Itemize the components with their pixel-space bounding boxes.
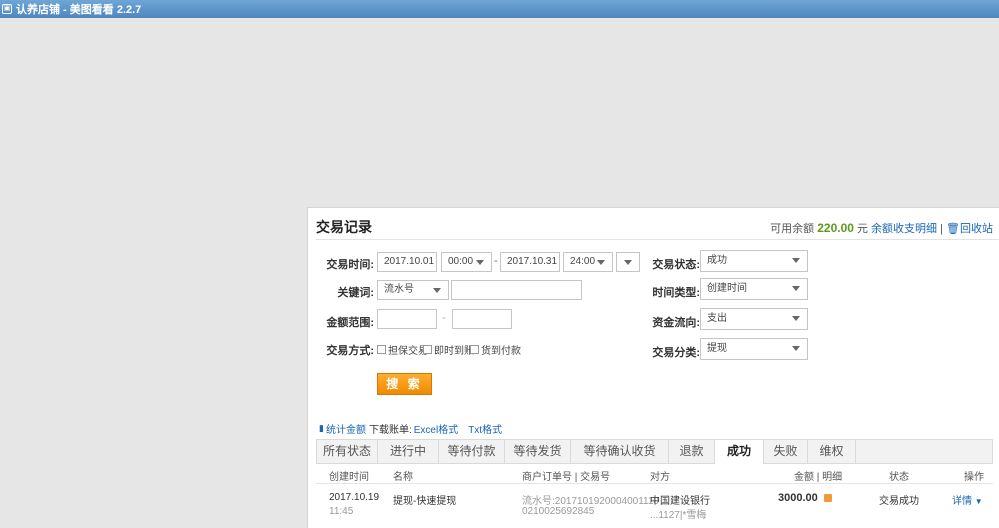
row-party-line1: 中国建设银行 xyxy=(650,496,710,507)
row-name: 提现-快速提现 xyxy=(393,496,457,507)
amount-range-label: 金额范围: xyxy=(326,317,374,329)
keyword-type-select[interactable]: 流水号 xyxy=(377,280,449,300)
fund-flow-label: 资金流向: xyxy=(652,317,700,329)
row-action-label: 详情 xyxy=(952,496,972,507)
method-escrow-label: 担保交易 xyxy=(388,346,428,357)
start-date-input[interactable]: 2017.10.01 xyxy=(377,252,437,272)
download-label: 下载账单: xyxy=(368,425,412,436)
col-amount-detail: 金额 | 明细 xyxy=(794,472,843,483)
amount-min-input[interactable] xyxy=(377,309,437,329)
tab-rights[interactable]: 维权 xyxy=(808,440,856,463)
balance-amount: 220.00 xyxy=(817,221,854,235)
method-instant-checkbox[interactable]: 即时到账 xyxy=(423,342,474,357)
title-divider xyxy=(316,239,999,240)
tab-in-progress[interactable]: 进行中 xyxy=(378,440,439,463)
table-row: 2017.10.19 11:45 提现-快速提现 流水号:20171019200… xyxy=(316,486,993,526)
balance-unit: 元 xyxy=(856,223,868,235)
trade-category-select[interactable]: 提现 xyxy=(700,338,808,360)
end-date-input[interactable]: 2017.10.31 xyxy=(500,252,560,272)
trade-status-label: 交易状态: xyxy=(652,259,700,271)
time-range-dash: - xyxy=(494,255,498,267)
row-serial-line1: 流水号:2017101920004001110 xyxy=(522,496,659,507)
keyword-input[interactable] xyxy=(451,280,582,300)
table-header: 创建时间 名称 商户订单号 | 交易号 对方 金额 | 明细 状态 操作 xyxy=(316,464,993,484)
balance-detail-link[interactable]: 余额收支明细 xyxy=(871,223,937,235)
balance-bar: 可用余额 220.00 元 余额收支明细 | 🗑回收站 xyxy=(770,220,993,236)
time-type-select[interactable]: 创建时间 xyxy=(700,278,808,300)
detail-toggle-icon[interactable] xyxy=(823,494,832,503)
status-tabs: 所有状态 进行中 等待付款 等待发货 等待确认收货 退款 成功 失败 维权 xyxy=(316,439,993,464)
trade-time-label: 交易时间: xyxy=(326,259,374,271)
checkbox-icon xyxy=(470,345,479,354)
search-button[interactable]: 搜 索 xyxy=(377,373,432,395)
tab-all[interactable]: 所有状态 xyxy=(317,440,378,463)
window-title: 认养店铺 - 美图看看 2.2.7 xyxy=(16,4,142,16)
row-time: 11:45 xyxy=(329,506,354,517)
trade-method-label: 交易方式: xyxy=(326,345,374,357)
col-created-time: 创建时间 xyxy=(329,472,369,483)
time-type-label: 时间类型: xyxy=(652,287,700,299)
txt-download-link[interactable]: Txt格式 xyxy=(468,421,502,436)
trade-status-select[interactable]: 成功 xyxy=(700,250,808,272)
window-titlebar: ▣ 认养店铺 - 美图看看 2.2.7 xyxy=(0,0,999,18)
keyword-label: 关键词: xyxy=(337,287,374,299)
balance-label: 可用余额 xyxy=(770,223,815,235)
row-amount-value: 3000.00 xyxy=(778,492,818,504)
method-cod-label: 货到付款 xyxy=(481,346,521,357)
trade-category-label: 交易分类: xyxy=(652,347,700,359)
trash-icon: 🗑 xyxy=(946,223,960,235)
checkbox-icon xyxy=(423,345,432,354)
bar-chart-icon: ▮ xyxy=(319,423,324,433)
amount-max-input[interactable] xyxy=(452,309,512,329)
row-party-line2: ...1127|*雪梅 xyxy=(650,510,707,521)
col-status: 状态 xyxy=(889,472,909,483)
fund-flow-select[interactable]: 支出 xyxy=(700,308,808,330)
method-escrow-checkbox[interactable]: 担保交易 xyxy=(377,342,428,357)
method-instant-label: 即时到账 xyxy=(434,346,474,357)
start-time-select[interactable]: 00:00 xyxy=(441,252,492,272)
row-serial-line2: 0210025692845 xyxy=(522,506,595,517)
tab-failed[interactable]: 失败 xyxy=(764,440,808,463)
row-amount: 3000.00 xyxy=(778,492,832,504)
page-title: 交易记录 xyxy=(316,219,372,235)
tab-pending-shipment[interactable]: 等待发货 xyxy=(505,440,571,463)
tab-pending-receipt[interactable]: 等待确认收货 xyxy=(571,440,669,463)
chevron-down-icon: ▼ xyxy=(974,497,983,506)
time-preset-select[interactable] xyxy=(616,252,640,272)
col-counterparty: 对方 xyxy=(650,472,670,483)
app-icon: ▣ xyxy=(2,4,12,14)
tab-pending-payment[interactable]: 等待付款 xyxy=(439,440,505,463)
end-time-select[interactable]: 24:00 xyxy=(563,252,613,272)
stat-amount-link[interactable]: 统计金额 xyxy=(326,421,366,436)
stats-bar: ▮ 统计金额 下载账单: Excel格式 Txt格式 xyxy=(319,421,502,436)
excel-download-link[interactable]: Excel格式 xyxy=(414,421,458,436)
col-order-trade-no: 商户订单号 | 交易号 xyxy=(522,472,611,483)
method-cod-checkbox[interactable]: 货到付款 xyxy=(470,342,521,357)
row-date: 2017.10.19 xyxy=(329,492,380,503)
trade-record-panel: 交易记录 可用余额 220.00 元 余额收支明细 | 🗑回收站 交易时间: 2… xyxy=(307,207,999,528)
col-action: 操作 xyxy=(964,472,984,483)
col-name: 名称 xyxy=(393,472,413,483)
checkbox-icon xyxy=(377,345,386,354)
amount-range-dash: - xyxy=(442,312,446,324)
recycle-bin-link[interactable]: 回收站 xyxy=(960,223,993,235)
tab-success[interactable]: 成功 xyxy=(715,440,764,464)
row-status: 交易成功 xyxy=(879,496,919,507)
tab-refund[interactable]: 退款 xyxy=(669,440,715,463)
row-detail-link[interactable]: 详情 ▼ xyxy=(952,492,983,507)
balance-separator: | xyxy=(940,223,943,235)
